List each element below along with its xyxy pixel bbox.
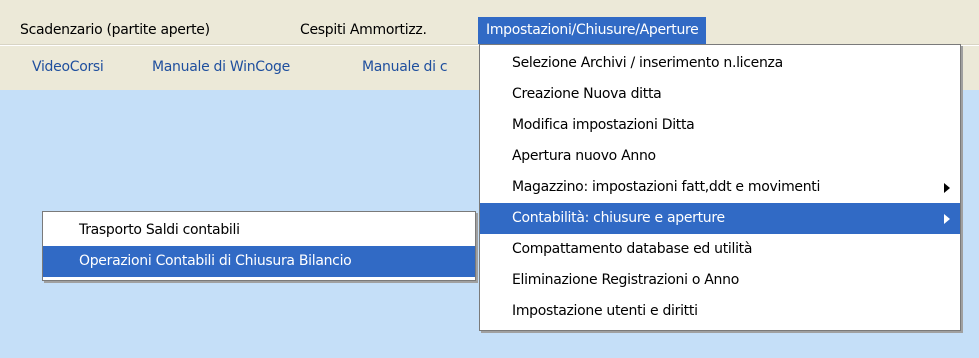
menu-item-contabilita[interactable]: Contabilità: chiusure e aperture <box>480 203 960 234</box>
menu-item-modifica-ditta[interactable]: Modifica impostazioni Ditta <box>480 110 960 141</box>
impostazioni-dropdown-menu: Selezione Archivi / inserimento n.licenz… <box>479 44 961 331</box>
link-manuale-wincoge[interactable]: Manuale di WinCoge <box>152 56 290 78</box>
menu-item-label: Magazzino: impostazioni fatt,ddt e movim… <box>512 179 821 195</box>
menu-item-label: Trasporto Saldi contabili <box>79 222 240 238</box>
link-videocorsi[interactable]: VideoCorsi <box>32 56 104 78</box>
menu-item-label: Operazioni Contabili di Chiusura Bilanci… <box>79 253 352 269</box>
menu-item-eliminazione[interactable]: Eliminazione Registrazioni o Anno <box>480 265 960 296</box>
menu-item-label: Impostazione utenti e diritti <box>512 303 698 319</box>
menu-item-label: Eliminazione Registrazioni o Anno <box>512 272 739 288</box>
menu-item-label: Contabilità: chiusure e aperture <box>512 210 725 226</box>
menu-item-label: Modifica impostazioni Ditta <box>512 117 695 133</box>
menu-item-utenti-diritti[interactable]: Impostazione utenti e diritti <box>480 296 960 327</box>
menu-cespiti[interactable]: Cespiti Ammortizz. <box>292 17 435 44</box>
menu-item-compattamento[interactable]: Compattamento database ed utilità <box>480 234 960 265</box>
menu-item-label: Compattamento database ed utilità <box>512 241 753 257</box>
menu-bar: Scadenzario (partite aperte) Cespiti Amm… <box>0 0 979 45</box>
menu-item-magazzino[interactable]: Magazzino: impostazioni fatt,ddt e movim… <box>480 172 960 203</box>
menu-item-label: Creazione Nuova ditta <box>512 86 662 102</box>
menu-item-label: Apertura nuovo Anno <box>512 148 656 164</box>
link-manuale-other[interactable]: Manuale di c <box>362 56 448 78</box>
menu-item-creazione-ditta[interactable]: Creazione Nuova ditta <box>480 79 960 110</box>
menu-item-label: Selezione Archivi / inserimento n.licenz… <box>512 55 783 71</box>
menu-scadenzario[interactable]: Scadenzario (partite aperte) <box>12 17 218 44</box>
submenu-arrow-icon <box>944 214 950 224</box>
submenu-item-chiusura-bilancio[interactable]: Operazioni Contabili di Chiusura Bilanci… <box>43 246 475 277</box>
menu-item-apertura-anno[interactable]: Apertura nuovo Anno <box>480 141 960 172</box>
contabilita-submenu: Trasporto Saldi contabili Operazioni Con… <box>42 211 476 281</box>
submenu-item-trasporto-saldi[interactable]: Trasporto Saldi contabili <box>43 215 475 246</box>
submenu-arrow-icon <box>944 183 950 193</box>
menu-impostazioni[interactable]: Impostazioni/Chiusure/Aperture <box>478 17 707 44</box>
menu-item-selezione-archivi[interactable]: Selezione Archivi / inserimento n.licenz… <box>480 48 960 79</box>
